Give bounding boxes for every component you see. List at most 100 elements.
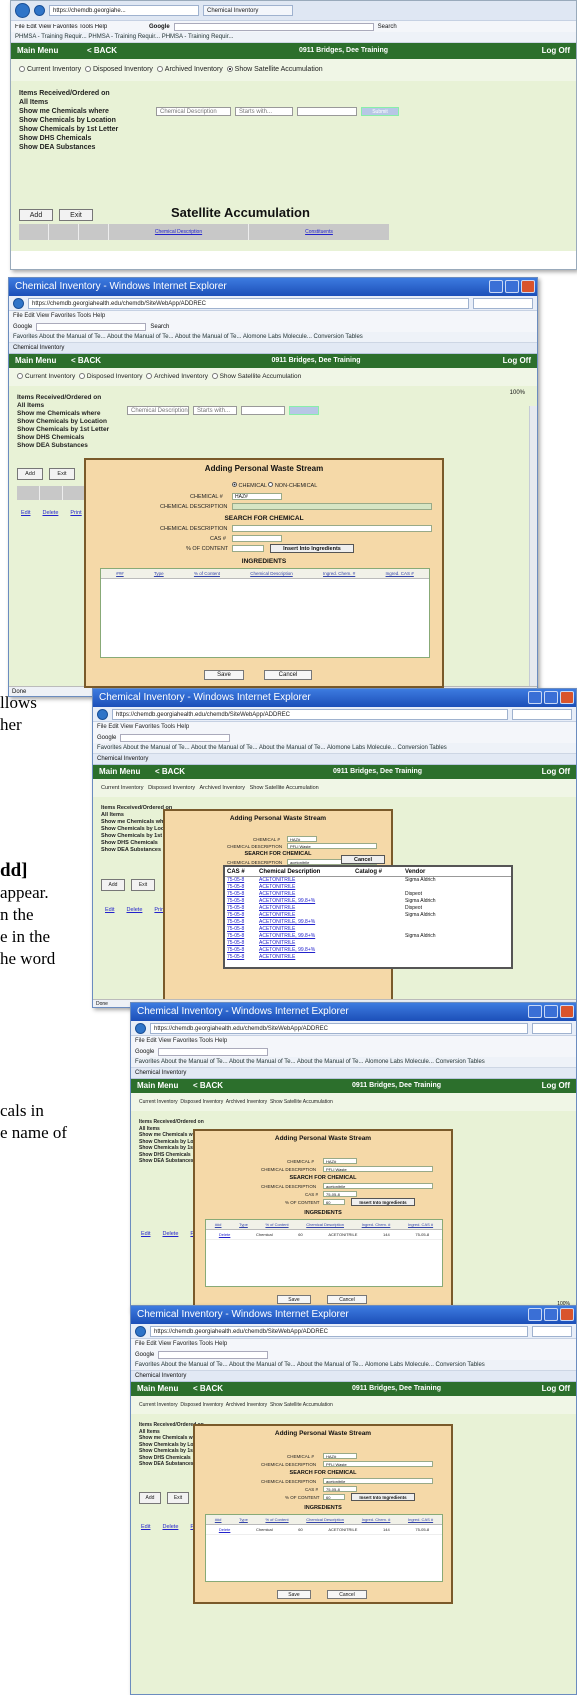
exit-button[interactable]: Exit: [59, 209, 93, 221]
field-select[interactable]: Chemical Description: [127, 406, 189, 415]
radio-label[interactable]: Show Satellite Accumulation: [270, 1402, 333, 1408]
save-button[interactable]: Save: [277, 1295, 311, 1304]
print-link[interactable]: Print: [70, 510, 81, 516]
delete-link[interactable]: Delete: [126, 907, 142, 913]
result-cell[interactable]: 75-05-8: [225, 877, 259, 884]
result-cell[interactable]: 75-05-8: [225, 884, 259, 891]
google-search-box[interactable]: [173, 22, 374, 31]
google-search-box[interactable]: [158, 1047, 269, 1056]
add-button[interactable]: Add: [19, 209, 53, 221]
result-cell[interactable]: ACETONITRILE: [259, 940, 355, 947]
result-row[interactable]: 75-05-8 ACETONITRILE, 99.8+%: [225, 947, 511, 954]
search-description-field[interactable]: [232, 525, 432, 532]
chemical-number-field[interactable]: HAZ#: [323, 1158, 357, 1164]
search-box[interactable]: [473, 297, 533, 309]
column-header[interactable]: Constituents: [249, 224, 389, 240]
result-cell[interactable]: ACETONITRILE: [259, 905, 355, 912]
option-item[interactable]: Show DHS Chemicals: [17, 434, 109, 442]
radio-chemical[interactable]: [232, 482, 237, 487]
result-cell[interactable]: ACETONITRILE, 99.8+%: [259, 919, 355, 926]
result-cell[interactable]: ACETONITRILE: [259, 912, 355, 919]
log-off-link[interactable]: Log Off: [510, 765, 570, 779]
main-menu-link[interactable]: Main Menu: [137, 1382, 193, 1396]
google-search-box[interactable]: [120, 733, 231, 742]
back-link[interactable]: < BACK: [193, 1079, 283, 1093]
log-off-link[interactable]: Log Off: [471, 354, 531, 368]
submit-button[interactable]: [289, 406, 319, 415]
column-header[interactable]: % of Content: [194, 571, 220, 576]
edit-link[interactable]: Edit: [105, 907, 114, 913]
result-cell[interactable]: ACETONITRILE: [259, 877, 355, 884]
delete-ingredient-link[interactable]: Delete: [219, 1527, 231, 1532]
result-cell[interactable]: 75-05-8: [225, 898, 259, 905]
column-header[interactable]: Ingred. CAS #: [408, 1517, 433, 1522]
edit-link[interactable]: Edit: [141, 1524, 150, 1530]
search-description-field[interactable]: acetonitrile: [323, 1183, 433, 1189]
search-button[interactable]: Search: [150, 324, 169, 330]
option-item[interactable]: Items Received/Ordered on: [19, 89, 118, 98]
delete-ingredient-link[interactable]: Delete: [219, 1232, 231, 1237]
filter-input[interactable]: [241, 406, 285, 415]
log-off-link[interactable]: Log Off: [510, 43, 570, 59]
main-menu-link[interactable]: Main Menu: [99, 765, 155, 779]
minimize-icon[interactable]: [528, 1308, 542, 1321]
chemical-description-field[interactable]: PFLI Waste: [323, 1166, 433, 1172]
radio-button[interactable]: [156, 66, 163, 72]
radio-label[interactable]: Disposed Inventory: [180, 1099, 223, 1105]
back-icon[interactable]: [135, 1022, 146, 1034]
url-field[interactable]: https://chemdb.georgiahealth.edu/chemdb/…: [150, 1022, 528, 1034]
result-cell[interactable]: 75-05-8: [225, 919, 259, 926]
result-cell[interactable]: 75-05-8: [225, 891, 259, 898]
result-cell[interactable]: ACETONITRILE: [259, 884, 355, 891]
add-button[interactable]: Add: [101, 879, 125, 891]
maximize-icon[interactable]: [505, 280, 519, 293]
result-cell[interactable]: 75-05-8: [225, 954, 259, 961]
column-header[interactable]: Chemical Description: [306, 1517, 344, 1522]
result-cell[interactable]: 75-05-8: [225, 947, 259, 954]
cas-field[interactable]: 75-05-8: [323, 1486, 357, 1492]
close-icon[interactable]: [521, 280, 535, 293]
radio-button[interactable]: [19, 66, 25, 72]
radio-label[interactable]: Disposed Inventory: [180, 1402, 223, 1408]
result-cell[interactable]: ACETONITRILE: [259, 891, 355, 898]
column-header[interactable]: Chemical Description: [306, 1222, 344, 1227]
operator-select[interactable]: Starts with...: [193, 406, 237, 415]
main-menu-link[interactable]: Main Menu: [15, 354, 71, 368]
result-row[interactable]: 75-05-8 ACETONITRILE: [225, 926, 511, 933]
radio-label[interactable]: Show Satellite Accumulation: [250, 785, 319, 791]
option-item[interactable]: Show DEA Substances: [19, 143, 118, 152]
column-header[interactable]: ###: [116, 571, 124, 576]
google-search-box[interactable]: [158, 1350, 269, 1359]
result-row[interactable]: 75-05-8 ACETONITRILE: [225, 954, 511, 961]
option-item[interactable]: Show DHS Chemicals: [19, 134, 118, 143]
radio-button[interactable]: [84, 66, 91, 72]
chemical-number-field[interactable]: HAZ#: [232, 493, 282, 500]
url-field[interactable]: https://chemdb.georgiahe...: [49, 5, 199, 16]
zoom-indicator[interactable]: 100%: [510, 390, 525, 396]
option-item[interactable]: Show Chemicals by Location: [17, 418, 109, 426]
radio-button[interactable]: [211, 373, 218, 379]
back-link[interactable]: < BACK: [193, 1382, 283, 1396]
search-box[interactable]: [532, 1022, 572, 1034]
radio-label[interactable]: Disposed Inventory: [148, 785, 195, 791]
search-box[interactable]: [512, 708, 572, 720]
cas-field[interactable]: [232, 535, 282, 542]
chemical-description-field[interactable]: [232, 503, 432, 510]
insert-ingredients-button[interactable]: Insert Into Ingredients: [270, 544, 354, 553]
delete-link[interactable]: Delete: [162, 1524, 178, 1530]
result-row[interactable]: 75-05-8 ACETONITRILE Sigma Aldrich: [225, 912, 511, 919]
edit-link[interactable]: Edit: [141, 1231, 150, 1237]
log-off-link[interactable]: Log Off: [510, 1079, 570, 1093]
delete-link[interactable]: Delete: [42, 510, 58, 516]
radio-label[interactable]: Archived Inventory: [226, 1099, 267, 1105]
result-cell[interactable]: 75-05-8: [225, 933, 259, 940]
insert-ingredients-button[interactable]: Insert Into Ingredients: [351, 1493, 415, 1501]
result-cell[interactable]: 75-05-8: [225, 926, 259, 933]
result-row[interactable]: 75-05-8 ACETONITRILE, 99.8+%: [225, 919, 511, 926]
chemical-number-field[interactable]: HAZ#: [287, 836, 317, 842]
column-header[interactable]: Ingred. Chem. #: [362, 1517, 391, 1522]
result-row[interactable]: 75-05-8 ACETONITRILE, 99.8+% Sigma Aldrich: [225, 898, 511, 905]
back-icon[interactable]: [13, 297, 24, 309]
result-cell[interactable]: ACETONITRILE, 99.8+%: [259, 898, 355, 905]
radio-button[interactable]: [146, 373, 153, 379]
